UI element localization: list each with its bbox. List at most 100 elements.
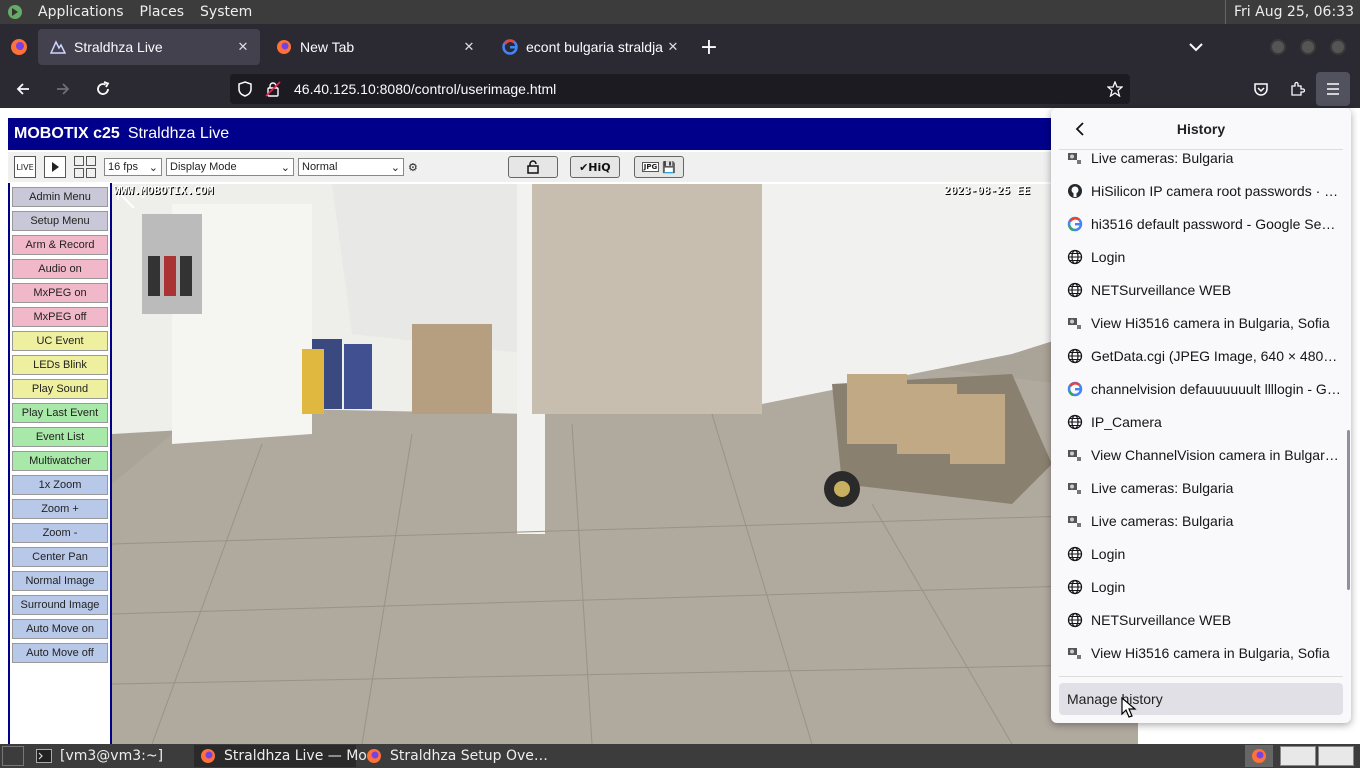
history-scrollbar[interactable] [1347, 110, 1351, 720]
new-tab-button[interactable]: + [694, 32, 724, 62]
history-title: History [1176, 120, 1226, 137]
close-tab-icon[interactable]: ✕ [234, 39, 252, 55]
hiq-button[interactable]: ✔HiQ [569, 156, 620, 178]
gnome-logo-icon[interactable] [6, 3, 24, 21]
camera-menu-button[interactable]: Event List [12, 427, 108, 447]
places-menu[interactable]: Places [132, 4, 193, 20]
show-desktop-icon[interactable] [2, 746, 24, 766]
extensions-icon[interactable] [1280, 72, 1314, 106]
applications-menu[interactable]: Applications [30, 4, 132, 20]
globe-icon [1067, 579, 1083, 595]
system-menu[interactable]: System [192, 4, 260, 20]
close-tab-icon[interactable]: ✕ [664, 39, 682, 55]
minimize-window-button[interactable] [1270, 39, 1286, 55]
close-tab-icon[interactable]: ✕ [460, 39, 478, 55]
history-item[interactable]: Login [1061, 570, 1341, 603]
history-panel: History Live cameras: Bulgaria HiSilicon … [1051, 108, 1351, 723]
clock[interactable]: Fri Aug 25, 06:33 [1225, 0, 1360, 24]
live-view-icon[interactable]: LIVE [14, 156, 36, 178]
camera-menu-button[interactable]: Play Last Event [12, 403, 108, 423]
workspace-switcher-2[interactable] [1318, 746, 1354, 766]
history-item[interactable]: Login [1061, 240, 1341, 273]
camera-menu-button[interactable]: Auto Move on [12, 619, 108, 639]
taskbar-window-button[interactable]: [vm3@vm3:~] [30, 745, 190, 767]
camera-menu-button[interactable]: UC Event [12, 331, 108, 351]
history-item-label: GetData.cgi (JPEG Image, 640 × 480 pi… [1091, 347, 1341, 364]
history-item[interactable]: HiSilicon IP camera root passwords · Gi… [1061, 174, 1341, 207]
camera-menu-button[interactable]: Setup Menu [12, 211, 108, 231]
camera-menu-button[interactable]: LEDs Blink [12, 355, 108, 375]
pocket-icon[interactable] [1244, 72, 1278, 106]
fps-select[interactable]: 16 fps ⌄ [104, 158, 162, 176]
history-item[interactable]: View Hi3516 camera in Bulgaria, Sofia [1061, 636, 1341, 669]
url-text[interactable]: 46.40.125.10:8080/control/userimage.html [294, 81, 1100, 97]
insecure-lock-icon[interactable] [260, 81, 286, 97]
history-item[interactable]: Live cameras: Bulgaria [1061, 504, 1341, 537]
camera-menu-button[interactable]: Audio on [12, 259, 108, 279]
globe-icon [1067, 249, 1083, 265]
history-item[interactable]: hi3516 default password - Google Search [1061, 207, 1341, 240]
camera-image[interactable]: WWW.MOBOTIX.COM 2023-08-25 EE [112, 184, 1138, 744]
history-item[interactable]: NETSurveillance WEB [1061, 273, 1341, 306]
reload-button[interactable] [86, 72, 120, 106]
taskbar-window-button[interactable]: Straldhza Live — Mo… [194, 745, 381, 767]
history-item-label: Login [1091, 578, 1126, 595]
camera-menu-button[interactable]: 1x Zoom [12, 475, 108, 495]
camera-menu-button[interactable]: Play Sound [12, 379, 108, 399]
list-all-tabs-icon[interactable] [1179, 42, 1213, 52]
history-item-label: Live cameras: Bulgaria [1091, 479, 1234, 496]
camera-menu-button[interactable]: Zoom + [12, 499, 108, 519]
quality-select[interactable]: Normal ⌄ [298, 158, 404, 176]
camera-menu-button[interactable]: Multiwatcher [12, 451, 108, 471]
camera-menu-button[interactable]: MxPEG off [12, 307, 108, 327]
forward-button[interactable] [46, 72, 80, 106]
firefox-view-icon[interactable] [0, 24, 38, 70]
history-item[interactable]: Login [1061, 537, 1341, 570]
camera-menu-button[interactable]: Normal Image [12, 571, 108, 591]
app-menu-button[interactable] [1316, 72, 1350, 106]
tab-new-tab[interactable]: New Tab ✕ [264, 29, 486, 65]
camera-menu-button[interactable]: Surround Image [12, 595, 108, 615]
back-arrow-icon[interactable] [1069, 118, 1091, 140]
history-item[interactable]: View Hi3516 camera in Bulgaria, Sofia [1061, 306, 1341, 339]
manage-history-button[interactable]: Manage history [1059, 683, 1343, 715]
shield-icon[interactable] [232, 81, 258, 97]
camera-title: Straldhza Live [127, 125, 230, 142]
tab-title: Straldhza Live [74, 39, 163, 55]
camera-menu-button[interactable]: Center Pan [12, 547, 108, 567]
tray-firefox-icon[interactable] [1245, 745, 1273, 767]
maximize-window-button[interactable] [1300, 39, 1316, 55]
history-item-label: NETSurveillance WEB [1091, 611, 1232, 628]
bookmark-star-icon[interactable] [1100, 81, 1130, 97]
display-mode-select[interactable]: Display Mode ⌄ [166, 158, 294, 176]
taskbar-window-button[interactable]: Straldhza Setup Ove… [360, 745, 548, 767]
scrollbar-thumb[interactable] [1347, 430, 1350, 590]
camera-menu-button[interactable]: MxPEG on [12, 283, 108, 303]
url-bar[interactable]: 46.40.125.10:8080/control/userimage.html [230, 74, 1130, 104]
camera-menu-button[interactable]: Zoom - [12, 523, 108, 543]
close-window-button[interactable] [1330, 39, 1346, 55]
play-icon[interactable] [44, 156, 66, 178]
history-item[interactable]: Live cameras: Bulgaria [1061, 151, 1341, 174]
google-icon [502, 39, 518, 55]
history-item[interactable]: channelvision defauuuuuult llllogin - G… [1061, 372, 1341, 405]
history-item[interactable]: View ChannelVision camera in Bulgaria… [1061, 438, 1341, 471]
google-icon [1067, 216, 1083, 232]
globe-icon [1067, 282, 1083, 298]
history-item[interactable]: GetData.cgi (JPEG Image, 640 × 480 pi… [1061, 339, 1341, 372]
workspace-switcher[interactable] [1280, 746, 1316, 766]
tab-straldhza-live[interactable]: Straldhza Live ✕ [38, 29, 260, 65]
history-item[interactable]: NETSurveillance WEB [1061, 603, 1341, 636]
history-item[interactable]: Live cameras: Bulgaria [1061, 471, 1341, 504]
tab-google-search[interactable]: econt bulgaria straldja - Goo ✕ [490, 29, 690, 65]
settings-dot-icon[interactable]: ⚙ [408, 161, 418, 174]
back-button[interactable] [6, 72, 40, 106]
history-item[interactable]: IP_Camera [1061, 405, 1341, 438]
camera-menu-button[interactable]: Admin Menu [12, 187, 108, 207]
save-jpg-button[interactable]: JPG 💾 [633, 156, 684, 178]
camera-menu-button[interactable]: Auto Move off [12, 643, 108, 663]
lock-button[interactable] [507, 156, 558, 178]
camera-menu-button[interactable]: Arm & Record [12, 235, 108, 255]
arrow-left-icon [16, 83, 29, 95]
grid-view-icon[interactable] [74, 156, 96, 178]
